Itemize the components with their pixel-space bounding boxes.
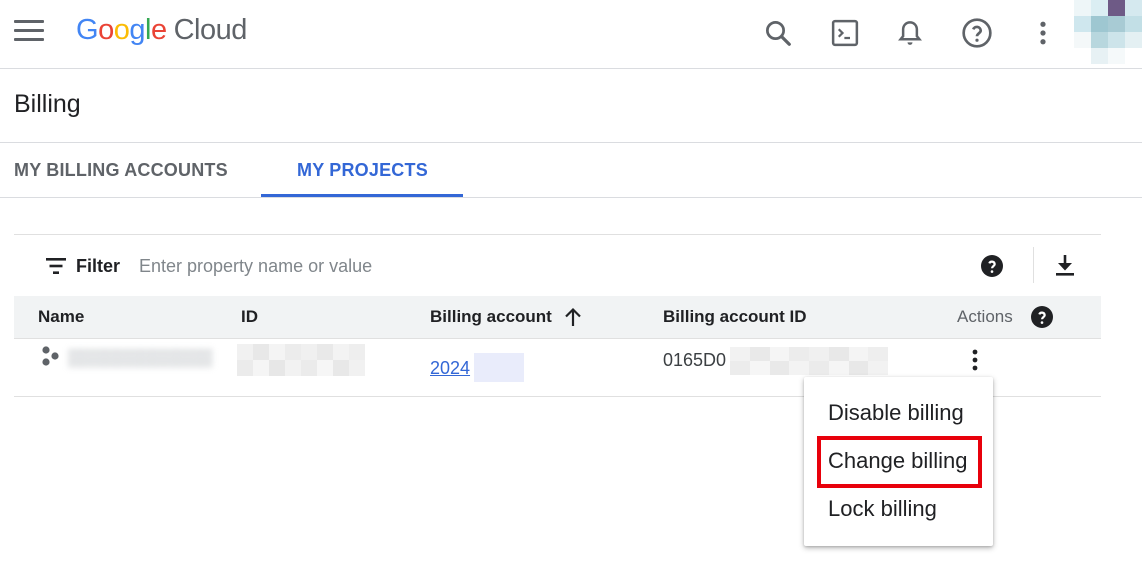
search-icon[interactable] [761, 16, 795, 50]
actions-menu: Disable billing Change billing Lock bill… [804, 377, 993, 546]
divider [0, 142, 1142, 143]
project-id-redacted [237, 344, 365, 376]
menu-item-disable-billing[interactable]: Disable billing [804, 389, 993, 437]
row-actions-more-icon[interactable] [965, 348, 985, 374]
column-header-id[interactable]: ID [241, 307, 258, 327]
divider [1033, 247, 1034, 283]
billing-account-id: 0165D0 [663, 350, 727, 370]
project-name-redacted[interactable]: ▒▒▒▒▒▒▒▒▒▒▒▒ [68, 348, 213, 368]
billing-account-id-redacted [730, 347, 888, 375]
column-header-billing-account-id[interactable]: Billing account ID [663, 307, 807, 327]
google-cloud-logo[interactable]: Google Cloud [76, 14, 247, 47]
logo-letter: G [76, 14, 99, 46]
more-vert-icon[interactable] [1026, 16, 1060, 50]
column-header-billing-account[interactable]: Billing account [430, 307, 552, 327]
logo-letter: o [113, 14, 130, 46]
main-menu-icon[interactable] [14, 20, 44, 46]
sort-arrow-up-icon[interactable] [562, 306, 584, 328]
cloud-shell-icon[interactable] [828, 16, 862, 50]
divider [0, 197, 1142, 198]
billing-account-link[interactable]: 2024 [430, 358, 470, 379]
help-icon[interactable] [960, 16, 994, 50]
column-header-actions: Actions [957, 307, 1013, 326]
menu-item-lock-billing[interactable]: Lock billing [804, 485, 993, 533]
project-icon [42, 346, 59, 366]
top-app-bar: Google Cloud [0, 0, 1142, 69]
logo-letter: g [129, 14, 145, 46]
logo-letter: e [150, 14, 167, 46]
menu-item-change-billing[interactable]: Change billing [804, 437, 993, 485]
tab-my-billing-accounts[interactable]: MY BILLING ACCOUNTS [14, 160, 228, 181]
help-icon[interactable] [980, 254, 1004, 278]
notifications-icon[interactable] [893, 16, 927, 50]
filter-bar: Filter [14, 234, 1101, 296]
logo-letter: o [98, 14, 114, 46]
filter-input[interactable] [139, 251, 699, 281]
filter-label: Filter [76, 256, 121, 276]
table-header: Name ID Billing account Billing account … [14, 296, 1101, 339]
account-avatar[interactable] [1074, 0, 1142, 64]
page-title: Billing [14, 90, 81, 118]
billing-account-redacted [474, 353, 524, 382]
help-icon[interactable] [1030, 305, 1054, 329]
download-icon[interactable] [1054, 253, 1076, 277]
filter-icon [46, 258, 66, 274]
column-header-name[interactable]: Name [38, 307, 84, 327]
tab-my-projects[interactable]: MY PROJECTS [297, 160, 428, 181]
logo-product: Cloud [173, 14, 248, 46]
